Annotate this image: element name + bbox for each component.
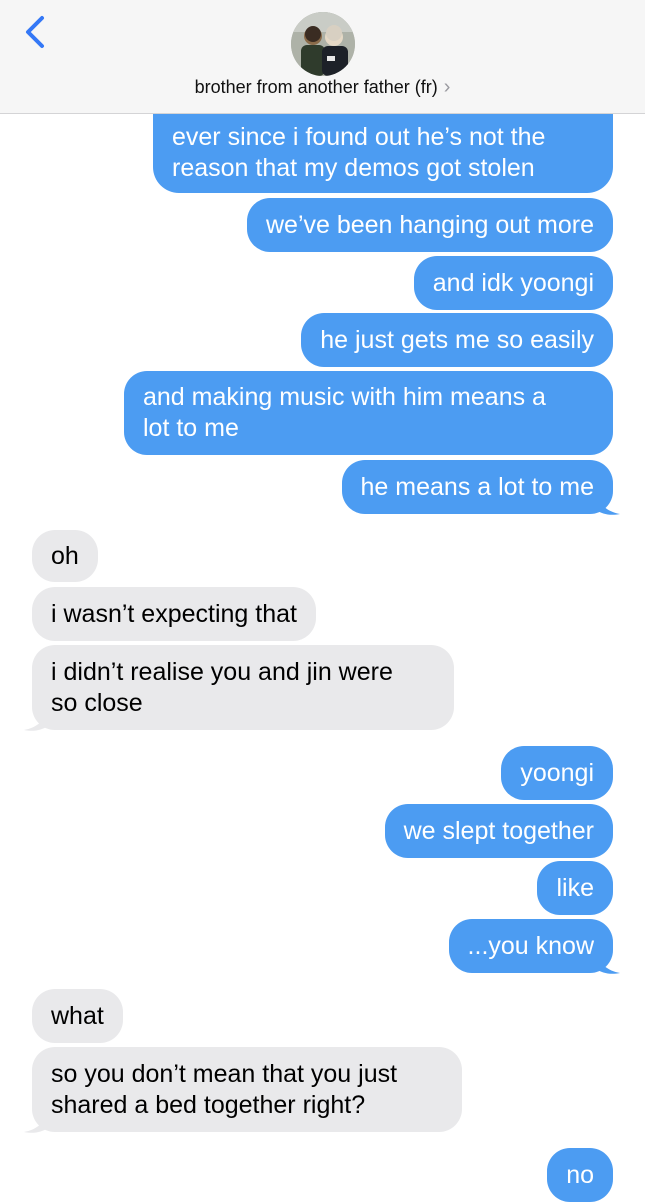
sent-bubble-tail xyxy=(596,494,620,515)
message-bubble-received[interactable]: oh xyxy=(32,530,98,582)
message-line: i didn’t realise you and jin were xyxy=(51,657,393,686)
message-bubble-sent[interactable]: ...you know xyxy=(448,919,613,973)
message-text: he means a lot to me xyxy=(360,472,594,501)
message-line: lot to me xyxy=(143,414,239,442)
message-text: and idk yoongi xyxy=(432,268,594,297)
message-bubble-sent[interactable]: he means a lot to me xyxy=(341,460,613,514)
message-bubble-sent[interactable]: ever since i found out he’s not the reas… xyxy=(153,113,613,193)
message-bubble-received[interactable]: i didn’t realise you and jin were so clo… xyxy=(32,645,454,730)
chevron-right-icon: › xyxy=(443,76,451,98)
contact-avatar[interactable] xyxy=(291,12,355,76)
message-bubble-sent[interactable]: yoongi xyxy=(501,746,613,800)
message-text: what xyxy=(51,1001,104,1030)
message-line: reason that my demos got stolen xyxy=(172,154,535,182)
message-line: ever since i found out he’s not the xyxy=(172,123,546,151)
message-bubble-received[interactable]: what xyxy=(32,989,123,1043)
message-text: yoongi xyxy=(520,758,594,787)
message-bubble-sent[interactable]: and making music with him means a lot to… xyxy=(124,371,613,455)
message-bubble-sent[interactable]: no xyxy=(547,1148,613,1202)
message-text: oh xyxy=(51,541,79,570)
conversation-header: brother from another father (fr) › xyxy=(0,0,645,114)
received-bubble-tail xyxy=(24,1112,48,1133)
message-bubble-sent[interactable]: we’ve been hanging out more xyxy=(246,198,613,252)
message-line: and making music with him means a xyxy=(143,383,546,411)
contact-name-button[interactable]: brother from another father (fr) › xyxy=(0,76,645,98)
sent-bubble-tail xyxy=(596,953,620,974)
chevron-left-icon[interactable] xyxy=(22,14,52,50)
message-bubble-sent[interactable]: we slept together xyxy=(384,804,613,858)
contact-name: brother from another father (fr) xyxy=(194,77,438,97)
message-bubble-sent[interactable]: he just gets me so easily xyxy=(301,313,613,367)
message-text: we’ve been hanging out more xyxy=(265,210,594,239)
avatar-photo xyxy=(291,12,355,76)
message-text: ...you know xyxy=(467,931,594,960)
message-line: so you don’t mean that you just xyxy=(51,1059,398,1088)
message-text: he just gets me so easily xyxy=(320,325,594,354)
message-bubble-sent[interactable]: like xyxy=(537,861,613,915)
message-text: we slept together xyxy=(403,816,594,845)
message-text: i wasn’t expecting that xyxy=(51,599,297,628)
message-line: shared a bed together right? xyxy=(51,1090,366,1119)
message-text: like xyxy=(556,873,594,902)
message-bubble-received[interactable]: i wasn’t expecting that xyxy=(32,587,316,641)
received-bubble-tail xyxy=(24,710,48,731)
message-line: so close xyxy=(51,688,143,717)
message-thread: ever since i found out he’s not the reas… xyxy=(0,0,645,1202)
message-bubble-sent[interactable]: and idk yoongi xyxy=(413,256,613,310)
message-text: no xyxy=(566,1160,594,1189)
message-bubble-received[interactable]: so you don’t mean that you just shared a… xyxy=(32,1047,462,1132)
